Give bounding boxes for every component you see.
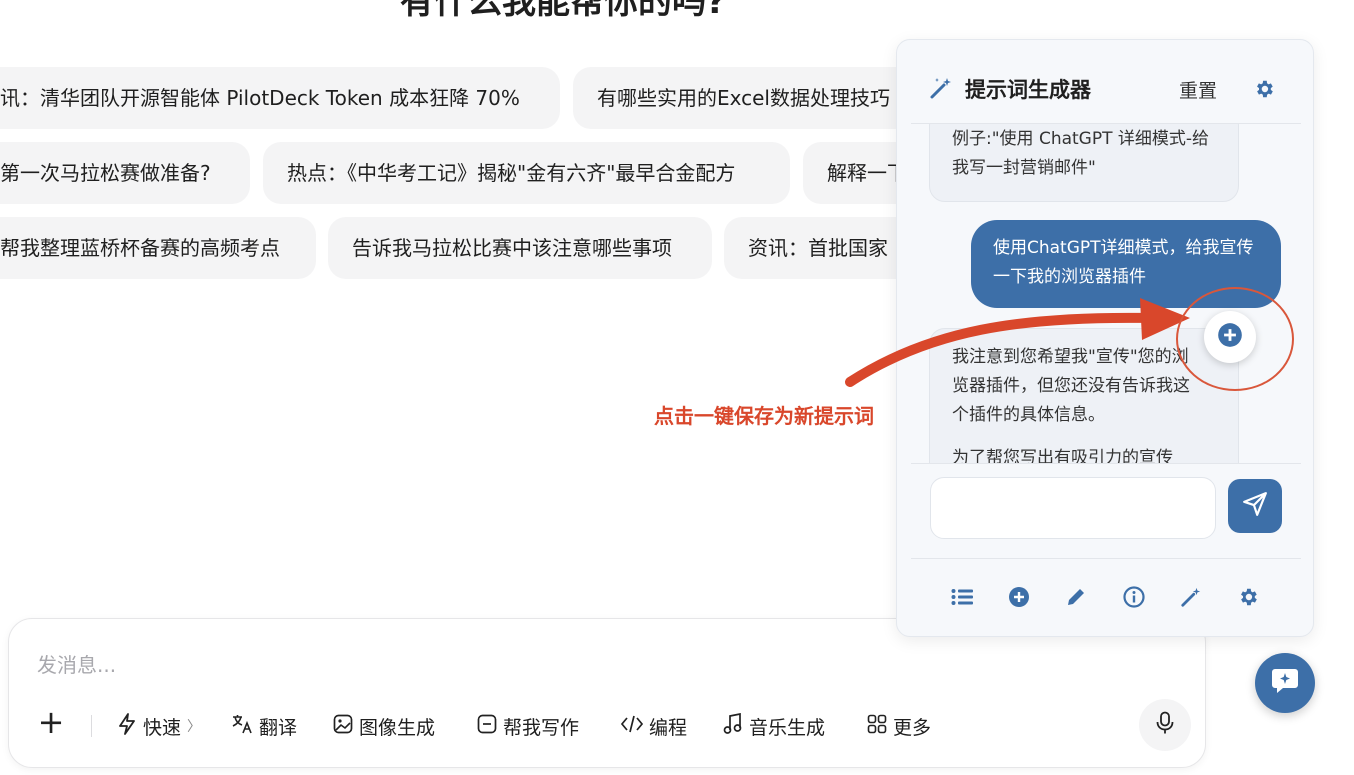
annotation-circle [1176,287,1294,391]
annotation-label: 点击一键保存为新提示词 [654,404,874,428]
floating-chat-button[interactable] [1255,653,1315,713]
annotation-arrow [845,298,1190,387]
chat-bubble-icon [1270,666,1300,700]
